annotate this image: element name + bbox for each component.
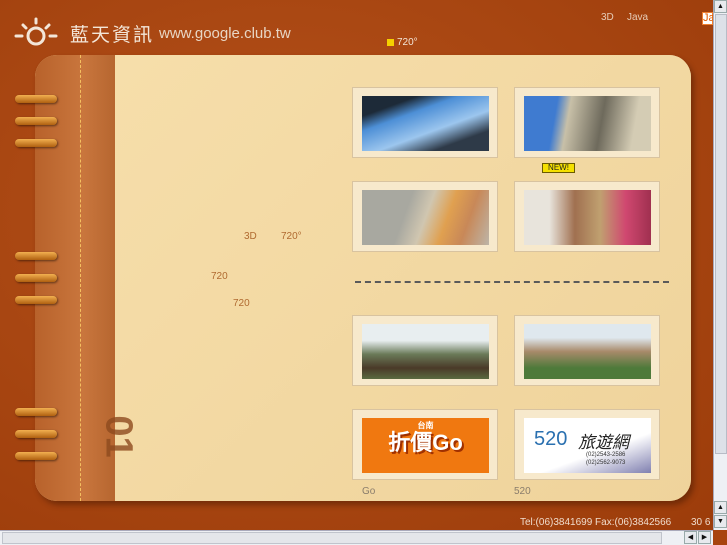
footer-extra: 30 6 [691,517,711,528]
photo-thumbnail[interactable] [352,315,498,386]
photo-thumbnail[interactable] [514,181,660,252]
ring-icon [15,117,57,125]
link-3d[interactable]: 3D [601,12,614,23]
photo-thumbnail[interactable] [514,315,660,386]
link-720-b[interactable]: 720 [233,298,250,309]
link-java[interactable]: Java [627,12,648,23]
photo-thumbnail[interactable] [514,87,660,158]
banner-num: 520 [534,428,568,450]
discount-go-banner[interactable]: 台南 折價Go [352,409,498,480]
site-name: 藍天資訊 [70,24,155,46]
scroll-up-button[interactable]: ▲ [714,0,727,13]
ring-icon [15,430,57,438]
link-720-a[interactable]: 720 [211,271,228,282]
scrollbar-thumb[interactable] [715,14,727,454]
ja-badge[interactable]: Ja [702,12,715,25]
ring-icon [15,139,57,147]
contact-info: Tel:(06)3841699 Fax:(06)3842566 [520,517,672,528]
horizontal-scrollbar[interactable]: ◀ ▶ [0,530,713,545]
scroll-down-button[interactable]: ▼ [714,515,727,528]
new-badge: NEW! [542,163,575,173]
caption-520[interactable]: 520 [514,486,531,497]
bullet-icon [387,39,394,46]
scroll-right-button[interactable]: ▶ [698,531,711,544]
ring-icon [15,296,57,304]
link-3d-page[interactable]: 3D [244,231,257,242]
scrollbar-thumb[interactable] [2,532,662,544]
ring-icon [15,452,57,460]
scroll-left-button[interactable]: ◀ [684,531,697,544]
ring-icon [15,274,57,282]
ring-icon [15,95,57,103]
travel-520-banner[interactable]: 520 旅遊網 (02)2543-2586 (02)2562-9073 [514,409,660,480]
banner-main: 折價Go [388,430,463,455]
ring-icon [15,252,57,260]
vertical-scrollbar[interactable]: ▲ ▲ ▼ [713,0,727,530]
photo-thumbnail[interactable] [352,181,498,252]
banner-phone1: (02)2543-2586 [586,452,626,458]
banner-phone2: (02)2562-9073 [586,460,626,466]
scroll-up-button-2[interactable]: ▲ [714,501,727,514]
site-url: www.google.club.tw [159,24,291,42]
sun-icon [14,17,58,46]
ring-icon [15,408,57,416]
banner-name: 旅遊網 [578,433,629,452]
marquee: 720° [387,37,418,48]
site-logo[interactable]: 藍天資訊 www.google.club.tw [14,17,291,49]
link-720-page[interactable]: 720° [281,231,302,242]
photo-thumbnail[interactable] [352,87,498,158]
caption-go[interactable]: Go [362,486,375,497]
marquee-text: 720° [397,37,418,48]
divider [355,281,669,283]
chapter-number: 01 [97,415,140,458]
